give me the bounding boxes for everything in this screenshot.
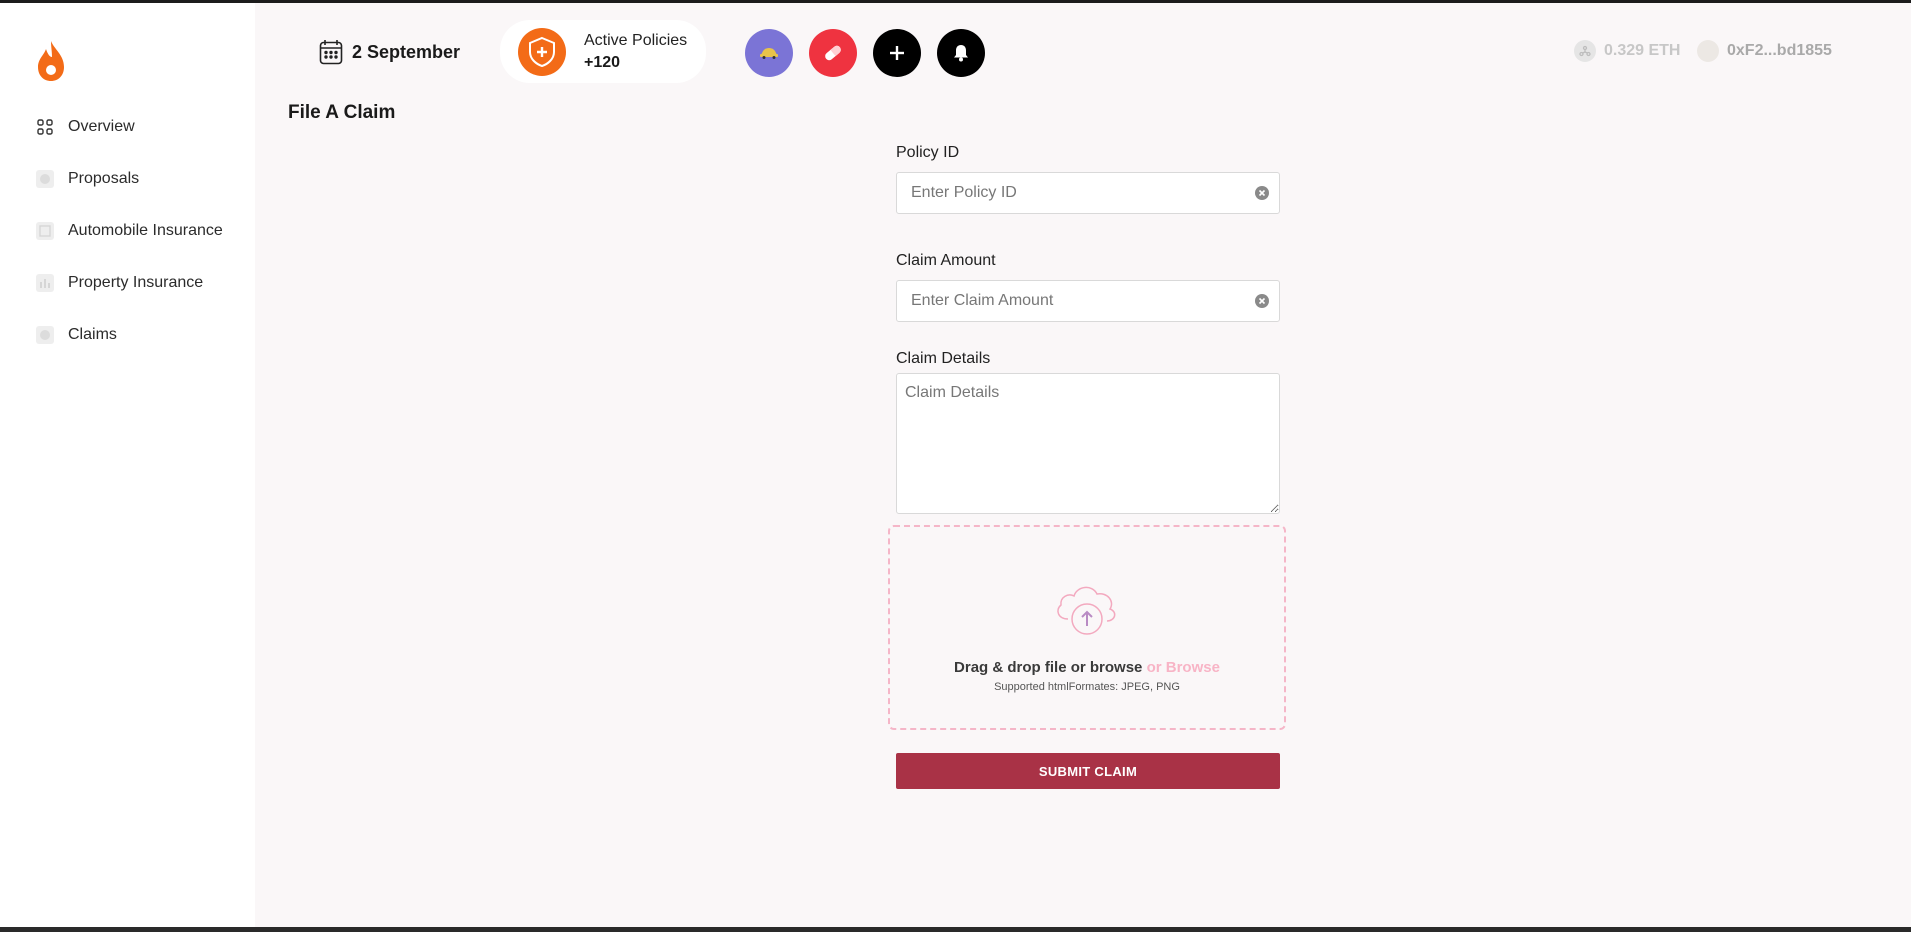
cloud-upload-icon bbox=[1057, 586, 1116, 635]
sidebar-item-proposals[interactable]: Proposals bbox=[36, 153, 223, 205]
sidebar-item-automobile-insurance[interactable]: Automobile Insurance bbox=[36, 205, 223, 257]
claim-form: Policy ID Claim Amount Claim Details bbox=[896, 144, 1280, 519]
supported-formats-text: Supported htmlFormates: JPEG, PNG bbox=[994, 681, 1180, 693]
active-policies-count: +120 bbox=[584, 53, 621, 71]
chat-icon bbox=[36, 170, 54, 188]
sidebar-item-label: Overview bbox=[68, 118, 135, 135]
claim-amount-wrapper bbox=[896, 280, 1280, 322]
grid-icon bbox=[36, 118, 54, 136]
policy-id-label: Policy ID bbox=[896, 144, 960, 161]
wallet-address-text: 0xF2...bd1855 bbox=[1727, 42, 1832, 59]
claim-details-textarea[interactable] bbox=[896, 373, 1280, 514]
sidebar-item-label: Automobile Insurance bbox=[68, 222, 223, 239]
plus-icon bbox=[890, 46, 904, 60]
policy-id-input[interactable] bbox=[909, 183, 1233, 203]
file-dropzone[interactable]: Drag & drop file or browse or Browse Sup… bbox=[888, 525, 1286, 730]
browse-link[interactable]: or Browse bbox=[1147, 659, 1220, 676]
window-bottom-border bbox=[0, 927, 1911, 932]
car-insurance-button[interactable] bbox=[745, 29, 793, 77]
pill-icon bbox=[825, 45, 841, 61]
clear-icon[interactable] bbox=[1255, 186, 1269, 200]
page-title: File A Claim bbox=[288, 102, 396, 123]
calendar-icon bbox=[319, 40, 343, 65]
eth-icon bbox=[1574, 40, 1596, 62]
notifications-button[interactable] bbox=[937, 29, 985, 77]
claim-details-label: Claim Details bbox=[896, 350, 991, 367]
document-icon bbox=[36, 222, 54, 240]
dropzone-instruction: Drag & drop file or browse bbox=[954, 659, 1143, 676]
sidebar-item-property-insurance[interactable]: Property Insurance bbox=[36, 257, 223, 309]
flame-logo-icon[interactable] bbox=[34, 39, 68, 83]
dropzone-text: Drag & drop file or browse or Browse bbox=[890, 659, 1284, 676]
active-policies-card: Active Policies +120 bbox=[500, 20, 706, 83]
chat-icon bbox=[36, 326, 54, 344]
top-header: 2 September Active Policies +120 0.329 E… bbox=[255, 3, 1911, 98]
date-text: 2 September bbox=[352, 41, 461, 62]
shield-icon bbox=[518, 27, 566, 76]
avatar bbox=[1697, 40, 1719, 62]
sidebar-item-overview[interactable]: Overview bbox=[36, 101, 223, 153]
sidebar-item-label: Proposals bbox=[68, 170, 140, 187]
eth-balance-text: 0.329 ETH bbox=[1604, 42, 1681, 59]
wallet-address[interactable]: 0xF2...bd1855 bbox=[1697, 40, 1832, 62]
claim-amount-input[interactable] bbox=[909, 291, 1233, 311]
clear-icon[interactable] bbox=[1255, 294, 1269, 308]
claim-amount-label: Claim Amount bbox=[896, 252, 996, 269]
policy-id-wrapper bbox=[896, 172, 1280, 214]
date-display: 2 September bbox=[319, 39, 460, 65]
sidebar: Overview Proposals Automobile Insurance … bbox=[0, 3, 255, 927]
bar-chart-icon bbox=[36, 274, 54, 292]
bell-icon bbox=[954, 45, 968, 62]
car-icon bbox=[760, 48, 778, 59]
sidebar-nav: Overview Proposals Automobile Insurance … bbox=[36, 101, 223, 361]
sidebar-item-label: Claims bbox=[68, 326, 117, 343]
health-insurance-button[interactable] bbox=[809, 29, 857, 77]
eth-balance: 0.329 ETH bbox=[1574, 40, 1680, 62]
sidebar-item-label: Property Insurance bbox=[68, 274, 204, 291]
active-policies-label: Active Policies bbox=[584, 31, 688, 49]
add-button[interactable] bbox=[873, 29, 921, 77]
submit-claim-button[interactable]: SUBMIT CLAIM bbox=[896, 753, 1280, 789]
sidebar-item-claims[interactable]: Claims bbox=[36, 309, 223, 361]
